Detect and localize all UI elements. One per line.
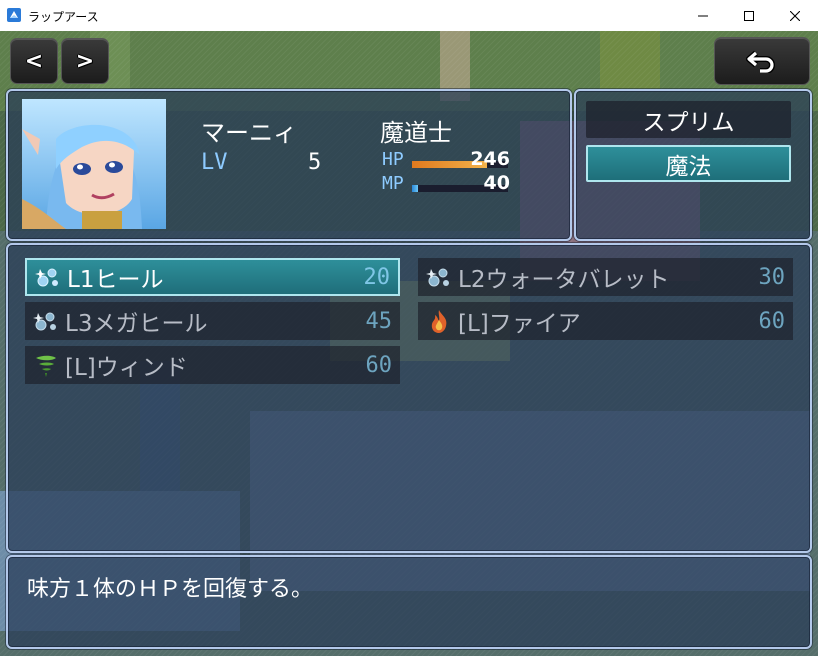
- window-titlebar: ラップアース: [0, 0, 818, 32]
- skill-item[interactable]: [L]ウィンド 60: [25, 346, 400, 384]
- skill-name: [L]ファイア: [458, 311, 581, 337]
- mp-value: 40: [483, 172, 510, 194]
- skill-item[interactable]: L1ヒール 20: [25, 258, 400, 296]
- next-actor-button[interactable]: >: [61, 38, 109, 84]
- heal-sparkle-icon: [33, 312, 56, 331]
- mp-label: MP: [382, 173, 404, 194]
- hp-value: 246: [470, 148, 510, 170]
- level-label: LV: [201, 150, 228, 175]
- actor-class: 魔道士: [380, 119, 452, 147]
- skill-type-panel: スプリム 魔法: [574, 89, 812, 241]
- hp-label: HP: [382, 149, 404, 170]
- fire-icon: [431, 310, 447, 333]
- command-magic[interactable]: 魔法: [586, 145, 791, 182]
- maximize-icon: [744, 10, 754, 21]
- command-label: スプリム: [642, 109, 735, 136]
- skill-cost: 20: [363, 264, 391, 290]
- skill-cost: 60: [758, 308, 786, 334]
- back-button[interactable]: [714, 37, 810, 85]
- help-text: 味方１体のＨＰを回復する。: [27, 577, 314, 602]
- skill-cost: 30: [758, 264, 786, 290]
- wind-icon: [36, 355, 56, 377]
- actor-status-panel: マーニィ 魔道士 LV 5 HP 246 MP 40: [6, 89, 572, 241]
- game-canvas: < > マーニィ 魔道士 LV 5 HP 246 MP 40 スプリム 魔法 L…: [0, 31, 818, 656]
- heal-sparkle-icon: [35, 268, 58, 287]
- skill-item[interactable]: L2ウォータバレット 30: [418, 258, 793, 296]
- command-suprim[interactable]: スプリム: [586, 101, 791, 138]
- skill-name: L3メガヒール: [65, 311, 208, 337]
- window-title: ラップアース: [28, 10, 99, 24]
- skill-name: [L]ウィンド: [65, 355, 188, 381]
- maximize-button[interactable]: [726, 0, 772, 31]
- skill-cost: 45: [365, 308, 393, 334]
- heal-sparkle-icon: [426, 268, 449, 287]
- prev-label: <: [24, 48, 44, 74]
- app-icon: [7, 8, 21, 22]
- level-value: 5: [308, 150, 322, 175]
- skill-list-panel: L1ヒール 20 L2ウォータバレット 30 L3メガヒール 45 [L]ファイ…: [6, 243, 812, 553]
- minimize-icon: [698, 15, 708, 16]
- actor-name: マーニィ: [201, 119, 297, 147]
- next-label: >: [75, 48, 95, 74]
- command-label: 魔法: [665, 153, 712, 180]
- skill-name: L2ウォータバレット: [458, 267, 670, 293]
- skill-cost: 60: [365, 352, 393, 378]
- close-icon: [790, 10, 800, 21]
- mp-gauge-fill: [412, 185, 418, 192]
- prev-actor-button[interactable]: <: [10, 38, 58, 84]
- actor-portrait: [22, 99, 166, 229]
- skill-name: L1ヒール: [67, 267, 164, 293]
- skill-item[interactable]: [L]ファイア 60: [418, 302, 793, 340]
- return-arrow-icon: [746, 50, 775, 73]
- skill-item[interactable]: L3メガヒール 45: [25, 302, 400, 340]
- close-button[interactable]: [772, 0, 818, 31]
- minimize-button[interactable]: [680, 0, 726, 31]
